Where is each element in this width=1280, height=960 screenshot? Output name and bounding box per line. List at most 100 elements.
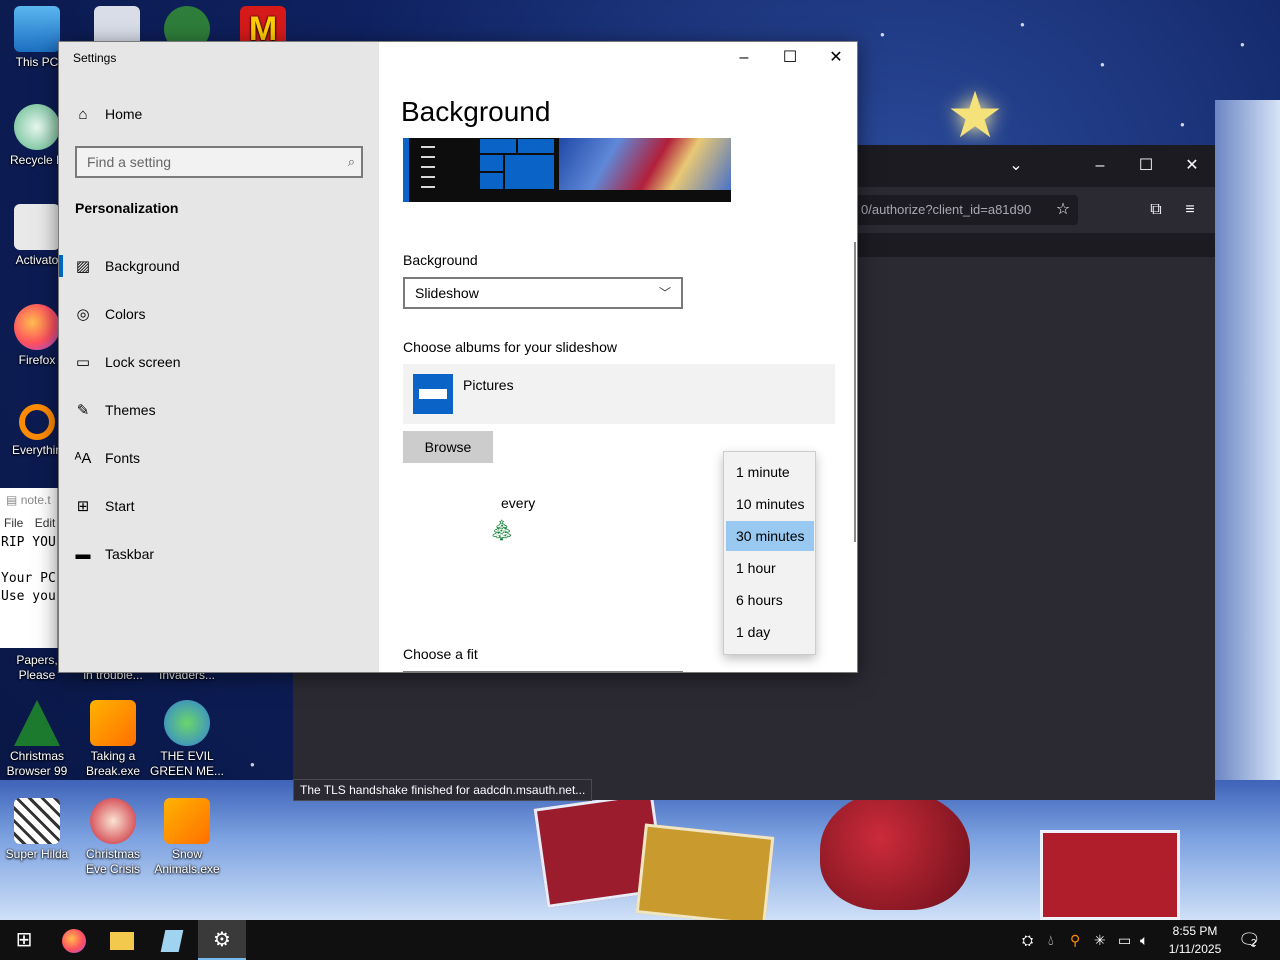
preview-tiles (479, 138, 555, 190)
settings-content: – ☐ ✕ Background Background Slideshow ﹀ … (379, 42, 857, 672)
nav-fonts[interactable]: ᴬA Fonts (59, 438, 379, 478)
tray-search-icon[interactable]: ⚲ (1070, 920, 1080, 960)
nav-lock-screen[interactable]: ▭ Lock screen (59, 342, 379, 382)
interval-dropdown-list[interactable]: 1 minute 10 minutes 30 minutes 1 hour 6 … (723, 451, 816, 655)
list-all-tabs-icon[interactable]: ⌄ (993, 145, 1039, 187)
desktop-icon-unknown-1[interactable] (80, 6, 154, 52)
nav-home-label: Home (105, 106, 143, 122)
maximize-button[interactable]: ☐ (1123, 145, 1169, 187)
tray-snowflake-icon[interactable]: ✳ (1094, 920, 1106, 960)
nav-home[interactable]: ⌂ Home (59, 94, 379, 134)
desktop-icon-unknown-3[interactable]: M (226, 6, 300, 52)
nav-label: Start (105, 498, 135, 514)
desktop-icon-evil-green-me[interactable]: THE EVIL GREEN ME... (150, 700, 224, 779)
interval-option[interactable]: 6 hours (726, 585, 814, 615)
snowflake: ● (1100, 60, 1105, 69)
palette-icon: ◎ (76, 306, 90, 323)
desktop-icon-snow-animals[interactable]: Snow Animals.exe (150, 798, 224, 877)
interval-option[interactable]: 1 day (726, 617, 814, 647)
firefox-taskbar-icon[interactable] (50, 920, 98, 960)
settings-taskbar-icon[interactable]: ⚙ (198, 920, 246, 960)
close-button[interactable]: ✕ (813, 42, 857, 74)
file-icon (14, 204, 60, 250)
settings-window[interactable]: Settings ⌂ Home Find a setting ⌕ Persona… (58, 41, 858, 673)
search-icon (19, 404, 55, 440)
bookmark-star-icon[interactable]: ☆ (1048, 195, 1078, 225)
notepad-window[interactable]: ▤ note.t File Edit RIP YOU Your PC Use y… (0, 488, 58, 648)
snowflake: ● (880, 30, 885, 39)
search-input[interactable]: Find a setting ⌕ (75, 146, 363, 178)
nav-label: Fonts (105, 450, 141, 466)
app-icon (90, 700, 136, 746)
close-button[interactable]: ✕ (1169, 145, 1215, 187)
christmas-tree-cursor-icon: 🎄︎ (489, 520, 515, 542)
album-item[interactable]: Pictures (403, 364, 835, 424)
interval-option[interactable]: 1 minute (726, 457, 814, 487)
url-bar[interactable]: 0/authorize?client_id=a81d90 (853, 195, 1078, 225)
nav-start[interactable]: ⊞ Start (59, 486, 379, 526)
fit-select[interactable] (403, 671, 683, 672)
star-decoration: ★ (946, 79, 1004, 151)
nav-taskbar[interactable]: ▬ Taskbar (59, 534, 379, 574)
clock[interactable]: 8:55 PM 1/11/2025 (1160, 922, 1230, 958)
desktop-icon-super-hilda[interactable]: Super Hilda (0, 798, 74, 862)
notepad-taskbar-icon[interactable] (148, 920, 196, 960)
desktop-icon-taking-a-break[interactable]: Taking a Break.exe (76, 700, 150, 779)
scrollbar[interactable] (854, 242, 856, 542)
menu-edit[interactable]: Edit (35, 516, 56, 530)
notepad-icon: ▤ (6, 493, 18, 507)
maximize-button[interactable]: ☐ (767, 42, 813, 74)
nav-background[interactable]: ▨ Background (59, 246, 379, 286)
gift-box (1040, 830, 1180, 920)
network-icon[interactable]: ▭ (1118, 920, 1131, 960)
nav-label: Themes (105, 402, 156, 418)
file-explorer-icon[interactable] (98, 920, 146, 960)
notepad-text-area[interactable]: RIP YOU Your PC Use you (0, 534, 57, 606)
desktop-icon-christmas-browser[interactable]: Christmas Browser 99 (0, 700, 74, 779)
change-every-label: every (501, 495, 536, 511)
nav-themes[interactable]: ✎ Themes (59, 390, 379, 430)
menu-icon[interactable]: ≡ (1175, 195, 1205, 225)
home-icon: ⌂ (78, 105, 88, 123)
background-label: Background (403, 252, 478, 268)
messenger-icon (164, 700, 210, 746)
tray-people-icon[interactable]: ⛭ (1022, 920, 1033, 960)
interval-option-selected[interactable]: 30 minutes (726, 521, 814, 551)
page-title: Background (401, 96, 551, 127)
interval-option[interactable]: 1 hour (726, 553, 814, 583)
snowflake: ● (250, 760, 255, 769)
start-layout-icon: ⊞ (76, 498, 90, 515)
preview-wallpaper-image (559, 138, 731, 190)
desktop-icon-label: THE EVIL GREEN ME... (150, 749, 225, 778)
nav-label: Taskbar (105, 546, 155, 562)
folder-icon (413, 374, 453, 414)
notification-center-icon[interactable]: 🗨︎2 (1238, 920, 1261, 960)
minimize-button[interactable]: – (721, 42, 767, 74)
desktop-icon-label: Christmas Eve Crisis (85, 847, 140, 876)
picture-icon: ▨ (75, 258, 91, 275)
nav-label: Lock screen (105, 354, 181, 370)
minimize-button[interactable]: – (1077, 145, 1123, 187)
settings-app-title: Settings (73, 51, 117, 65)
background-type-select[interactable]: Slideshow ﹀ (403, 277, 683, 309)
snowflake: ● (1180, 120, 1185, 129)
menu-file[interactable]: File (4, 516, 23, 530)
fonts-icon: ᴬA (74, 449, 92, 467)
text-line: RIP YOU (1, 535, 56, 550)
interval-option[interactable]: 10 minutes (726, 489, 814, 519)
tray-drop-icon[interactable]: 💧︎ (1048, 920, 1054, 960)
wallpaper-santa (820, 790, 970, 910)
nav-colors[interactable]: ◎ Colors (59, 294, 379, 334)
volume-muted-icon[interactable]: 🔈︎ (1140, 920, 1148, 960)
app-icon (164, 798, 210, 844)
extensions-icon[interactable]: ⧉ (1141, 195, 1171, 225)
start-button[interactable]: ⊞ (0, 920, 48, 960)
computer-icon (14, 6, 60, 52)
clock-date: 1/11/2025 (1168, 942, 1222, 956)
browse-button[interactable]: Browse (403, 431, 493, 463)
desktop-icon-christmas-eve-crisis[interactable]: Christmas Eve Crisis (76, 798, 150, 877)
desktop-icon-unknown-2[interactable] (150, 6, 224, 52)
album-name: Pictures (463, 377, 514, 393)
preview-sidebar (403, 138, 409, 202)
nav-label: Background (105, 258, 180, 274)
